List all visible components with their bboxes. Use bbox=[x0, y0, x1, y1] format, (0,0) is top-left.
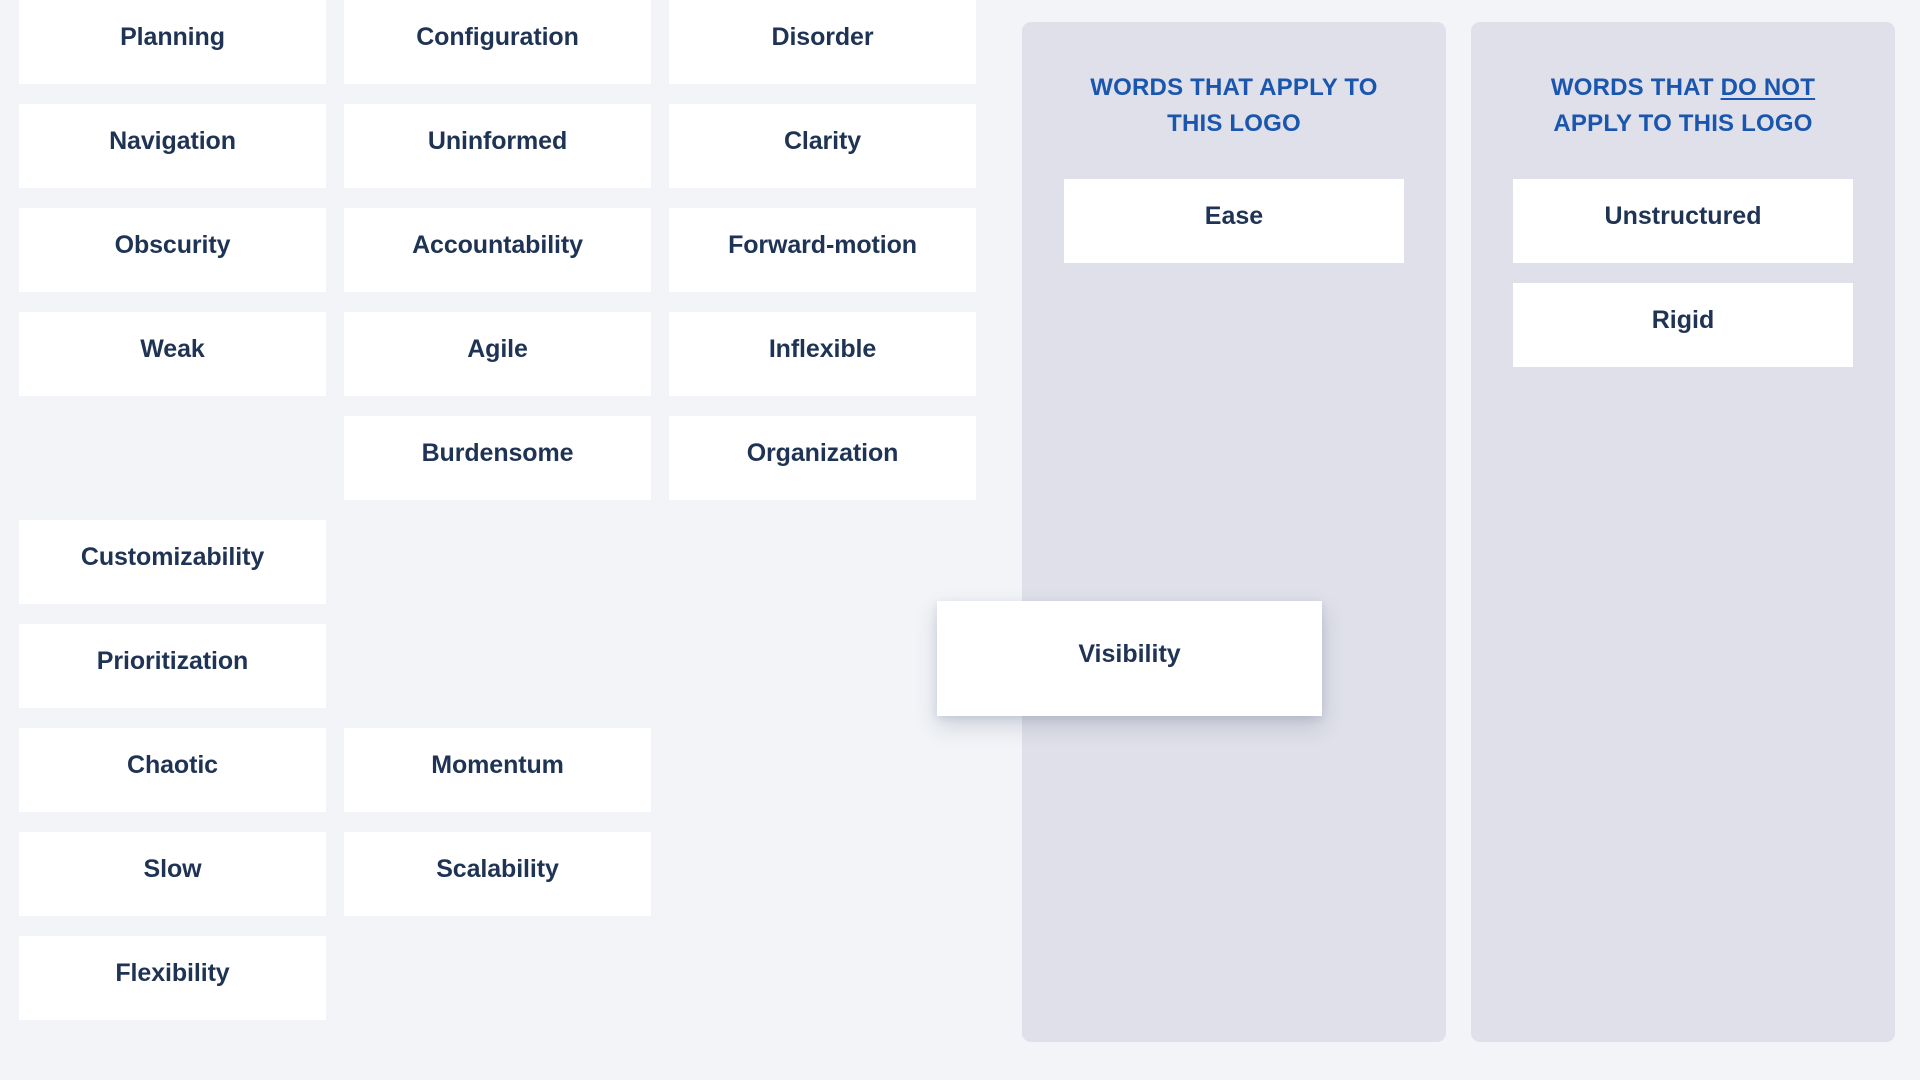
word-card[interactable]: Flexibility bbox=[19, 936, 326, 1020]
word-card[interactable]: Clarity bbox=[669, 104, 976, 188]
sorted-word-card[interactable]: Unstructured bbox=[1513, 179, 1853, 263]
word-card[interactable]: Inflexible bbox=[669, 312, 976, 396]
panel-title-words-that-do-not-apply: WORDS THAT DO NOT APPLY TO THIS LOGO bbox=[1513, 22, 1853, 142]
sorted-word-card[interactable]: Rigid bbox=[1513, 283, 1853, 367]
panel-title-emphasis: DO NOT bbox=[1720, 74, 1816, 101]
word-card[interactable]: Disorder bbox=[669, 0, 976, 84]
dragging-word-card-visibility[interactable]: Visibility bbox=[937, 601, 1322, 716]
word-sort-board: Planning Navigation Obscurity Weak Customiza… bbox=[0, 0, 1920, 1080]
panel-card-list-words-that-do-not-apply: Unstructured Rigid bbox=[1513, 179, 1853, 367]
word-pool-column-1: Planning Navigation Obscurity Weak Customiza… bbox=[19, 0, 326, 1040]
drop-panel-words-that-do-not-apply[interactable]: WORDS THAT DO NOT APPLY TO THIS LOGO Uns… bbox=[1471, 22, 1895, 1042]
panel-title-text: APPLY TO THIS LOGO bbox=[1553, 110, 1813, 137]
word-card[interactable]: Uninformed bbox=[344, 104, 651, 188]
word-card[interactable]: Accountability bbox=[344, 208, 651, 292]
word-card[interactable]: Configuration bbox=[344, 0, 651, 84]
word-card[interactable]: Navigation bbox=[19, 104, 326, 188]
word-pool-column-2: Configuration Uninformed Accountability Agi… bbox=[344, 0, 651, 936]
panel-card-list-words-that-apply: Ease bbox=[1064, 179, 1404, 263]
word-card[interactable]: Obscurity bbox=[19, 208, 326, 292]
panel-title-text: WORDS THAT bbox=[1550, 74, 1721, 101]
word-card[interactable]: Organization bbox=[669, 416, 976, 500]
sorted-word-card[interactable]: Ease bbox=[1064, 179, 1404, 263]
drop-panel-words-that-apply[interactable]: WORDS THAT APPLY TO THIS LOGO Ease bbox=[1022, 22, 1446, 1042]
word-card[interactable]: Weak bbox=[19, 312, 326, 396]
word-pool: Planning Navigation Obscurity Weak Customiza… bbox=[0, 0, 1000, 1080]
word-card[interactable]: Planning bbox=[19, 0, 326, 84]
word-card[interactable]: Agile bbox=[344, 312, 651, 396]
word-card[interactable]: Customizability bbox=[19, 520, 326, 604]
word-card[interactable]: Scalability bbox=[344, 832, 651, 916]
word-card[interactable]: Forward-motion bbox=[669, 208, 976, 292]
word-card[interactable]: Chaotic bbox=[19, 728, 326, 812]
word-card[interactable]: Prioritization bbox=[19, 624, 326, 708]
panel-title-words-that-apply: WORDS THAT APPLY TO THIS LOGO bbox=[1064, 22, 1404, 142]
word-pool-column-3: Disorder Clarity Forward-motion Inflexible O… bbox=[669, 0, 976, 520]
word-card[interactable]: Slow bbox=[19, 832, 326, 916]
word-card[interactable]: Burdensome bbox=[344, 416, 651, 500]
word-card[interactable]: Momentum bbox=[344, 728, 651, 812]
panel-title-text: WORDS THAT APPLY TO THIS LOGO bbox=[1090, 74, 1378, 137]
